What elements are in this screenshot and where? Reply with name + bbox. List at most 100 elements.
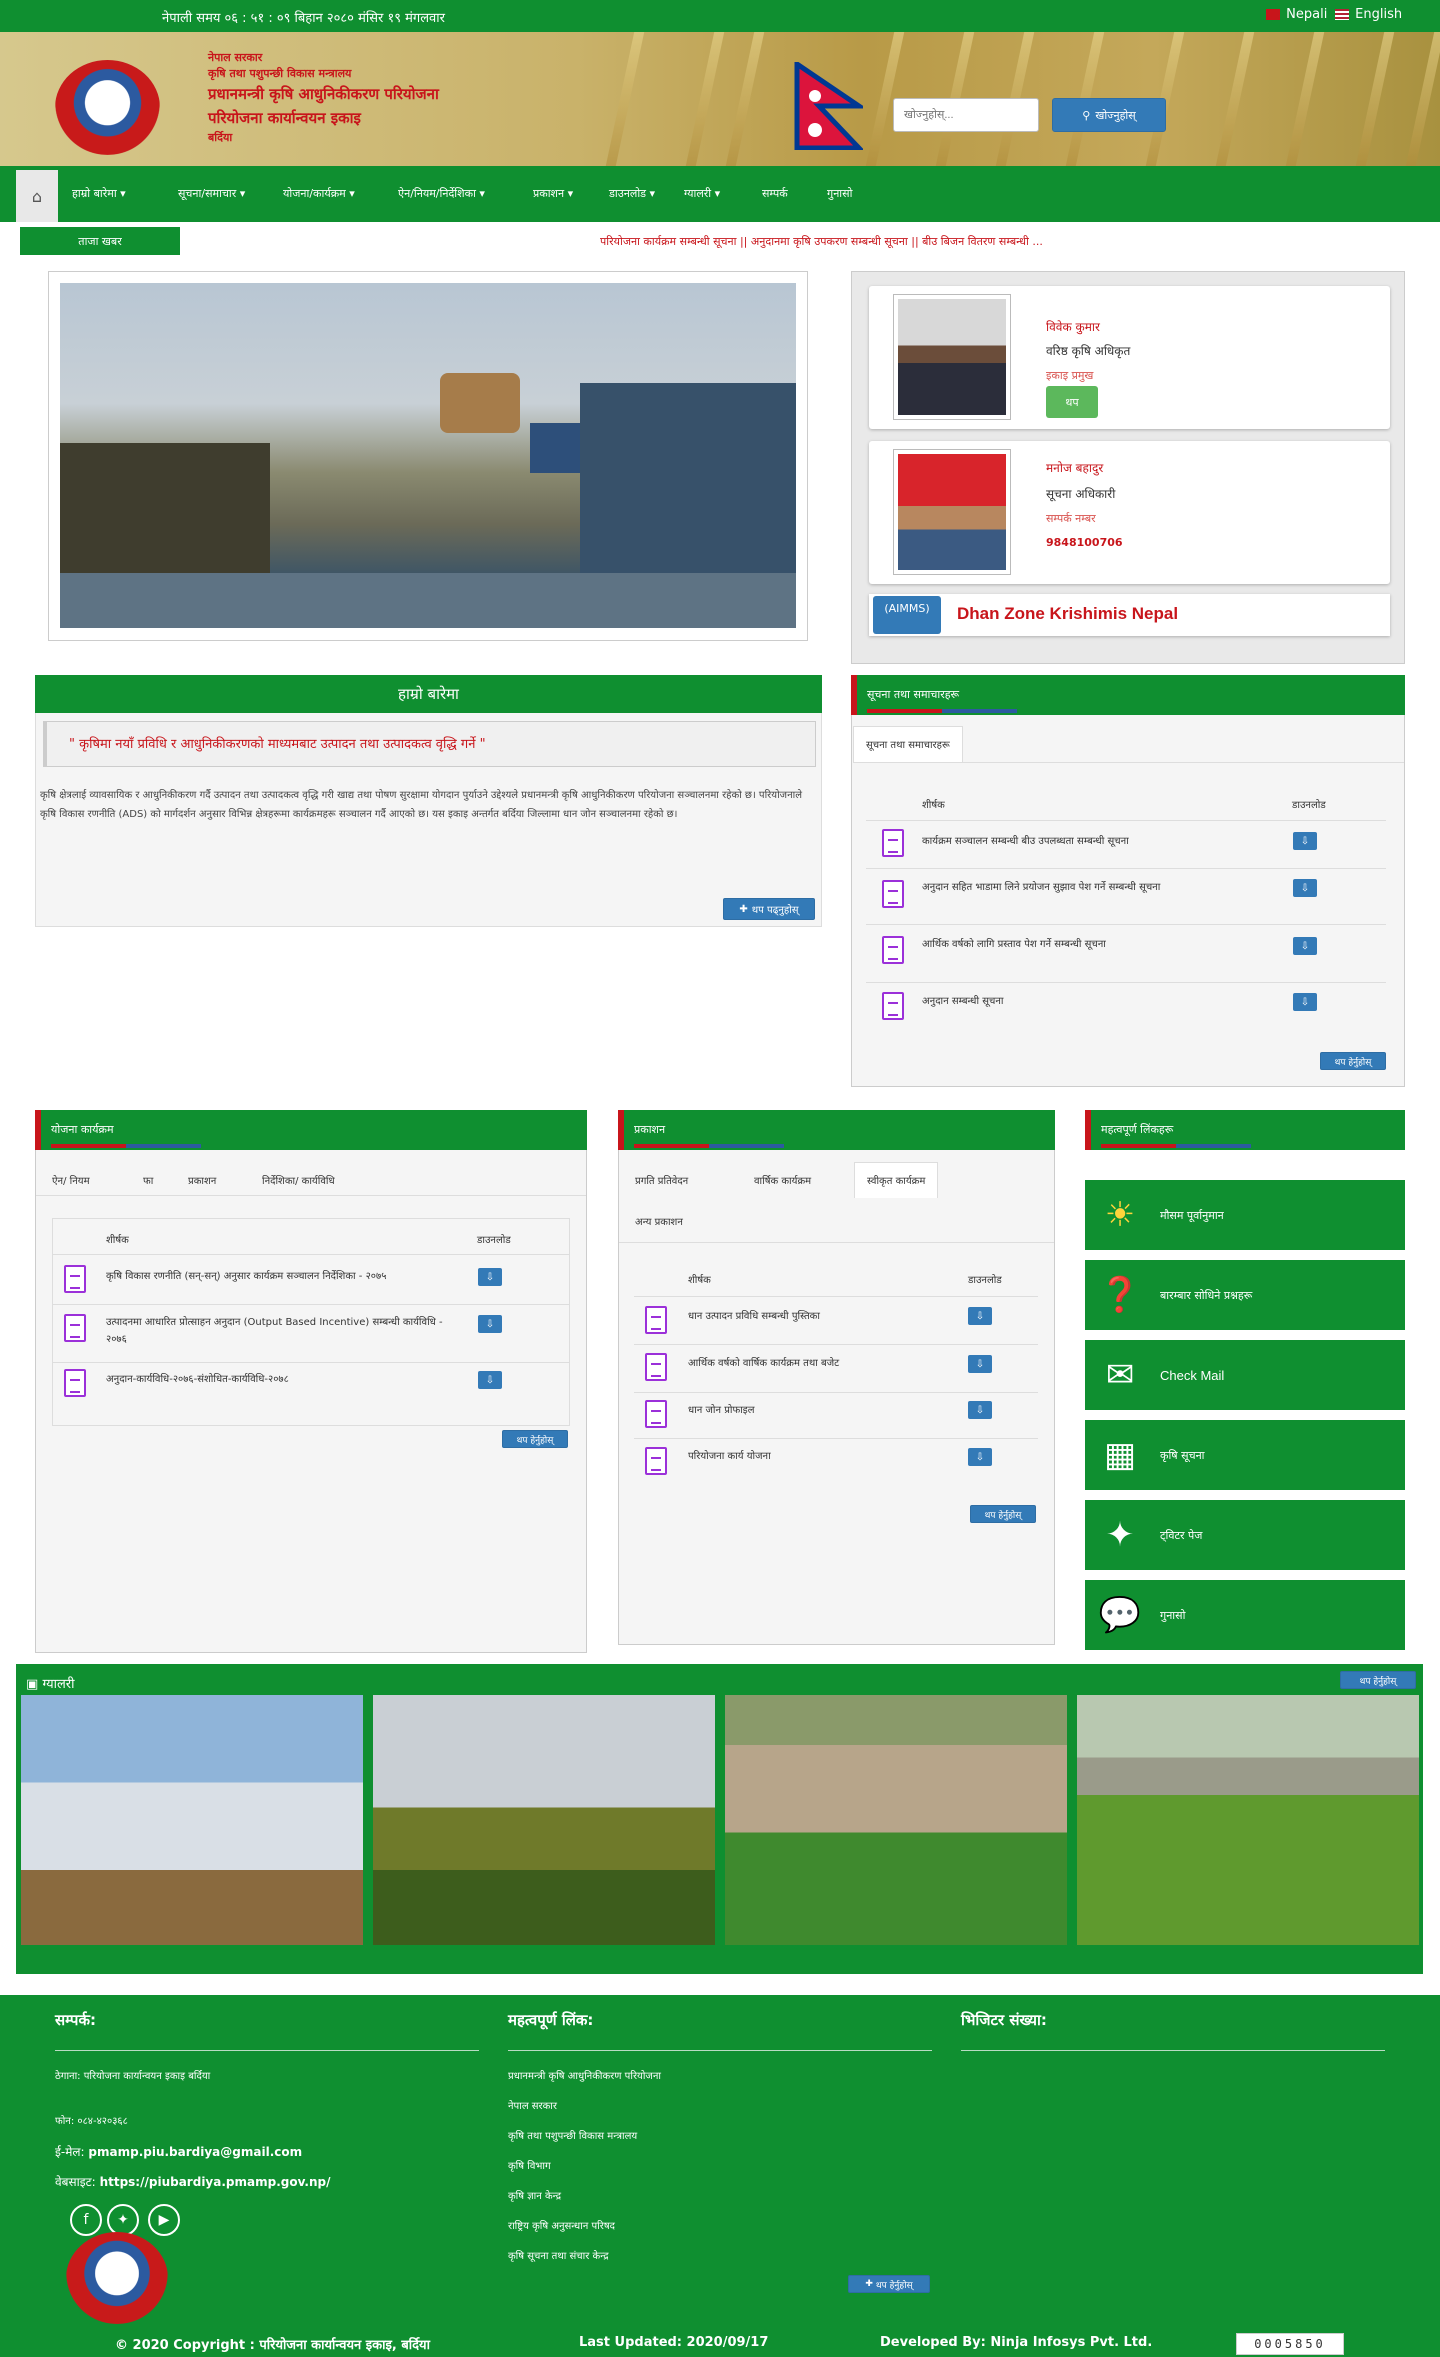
gallery-image[interactable]	[21, 1695, 363, 1945]
intro-more-button[interactable]: ✚ थप पढ्नुहोस्	[723, 898, 815, 920]
download-icon[interactable]: ⇩	[1293, 993, 1317, 1011]
official-sub: इकाइ प्रमुख	[1046, 369, 1094, 382]
notice-title[interactable]: अनुदान सम्बन्धी सूचना	[922, 993, 1262, 1010]
service-weather[interactable]: ☀ मौसम पूर्वानुमान	[1085, 1180, 1405, 1250]
search-button[interactable]: ⚲ खोज्नुहोस्	[1052, 98, 1166, 132]
download-icon[interactable]: ⇩	[478, 1371, 502, 1389]
document-icon	[64, 1265, 86, 1293]
nav-programs[interactable]: योजना/कार्यक्रम ▾	[283, 186, 355, 201]
footer-link[interactable]: कृषि तथा पशुपन्छी विकास मन्त्रालय	[508, 2130, 637, 2144]
plus-icon: ✚	[739, 903, 748, 915]
aimms-bar[interactable]: (AIMMS) Dhan Zone Krishimis Nepal	[869, 594, 1390, 636]
facebook-icon[interactable]: f	[70, 2204, 102, 2236]
tab-directives[interactable]: निर्देशिका/ कार्यविधि	[250, 1163, 347, 1199]
tab-approved-program[interactable]: स्वीकृत कार्यक्रम	[854, 1162, 939, 1198]
news-ticker[interactable]: परियोजना कार्यक्रम सम्बन्धी सूचना || अनु…	[600, 234, 1420, 250]
footer-link[interactable]: नेपाल सरकार	[508, 2100, 557, 2114]
plus-icon: ✚	[865, 2279, 873, 2289]
programs-col-download: डाउनलोड	[477, 1235, 511, 1246]
nav-download[interactable]: डाउनलोड ▾	[609, 186, 655, 201]
slider-image[interactable]	[60, 283, 796, 628]
official-role: वरिष्ठ कृषि अधिकृत	[1046, 344, 1131, 358]
notices-col-download: डाउनलोड	[1292, 800, 1326, 811]
programs-heading: योजना कार्यक्रम	[35, 1110, 587, 1150]
gallery-image[interactable]	[373, 1695, 715, 1945]
tab-annual-program[interactable]: वार्षिक कार्यक्रम	[742, 1163, 823, 1199]
service-faq[interactable]: ❓ बारम्बार सोधिने प्रश्नहरू	[1085, 1260, 1405, 1330]
notices-more-button[interactable]: थप हेर्नुहोस्	[1320, 1052, 1386, 1070]
nav-publication[interactable]: प्रकाशन ▾	[533, 186, 573, 201]
nav-acts[interactable]: ऐन/नियम/निर्देशिका ▾	[398, 186, 485, 201]
official-card: विवेक कुमार वरिष्ठ कृषि अधिकृत इकाइ प्रम…	[869, 286, 1390, 429]
service-mail[interactable]: ✉ Check Mail	[1085, 1340, 1405, 1410]
download-icon[interactable]: ⇩	[968, 1448, 992, 1466]
tab-forms[interactable]: फा	[131, 1163, 165, 1199]
tab-notices[interactable]: सूचना तथा समाचारहरू	[853, 726, 963, 762]
info-officer-photo	[893, 449, 1011, 575]
footer-link[interactable]: कृषि सूचना तथा संचार केन्द्र	[508, 2250, 609, 2264]
download-icon[interactable]: ⇩	[478, 1268, 502, 1286]
government-emblem-logo[interactable]	[55, 60, 160, 155]
nav-grievance[interactable]: गुनासो	[827, 186, 852, 201]
program-title[interactable]: अनुदान-कार्यविधि-२०७६-संशोधित-कार्यविधि-…	[106, 1371, 466, 1388]
footer-link[interactable]: कृषि विभाग	[508, 2160, 551, 2174]
notice-title[interactable]: कार्यक्रम सञ्चालन सम्बन्धी बीउ उपलब्धता …	[922, 833, 1262, 850]
nav-contact[interactable]: सम्पर्क	[762, 186, 788, 201]
notices-col-title: शीर्षक	[922, 800, 945, 811]
publications-more-button[interactable]: थप हेर्नुहोस्	[970, 1505, 1036, 1523]
publication-title[interactable]: परियोजना कार्य योजना	[688, 1448, 958, 1465]
footer-email[interactable]: ई-मेल: pmamp.piu.bardiya@gmail.com	[55, 2145, 302, 2159]
footer-link[interactable]: कृषि ज्ञान केन्द्र	[508, 2190, 561, 2204]
tab-publication[interactable]: प्रकाशन	[176, 1163, 228, 1199]
home-icon[interactable]: ⌂	[16, 170, 58, 222]
publication-title[interactable]: आर्थिक वर्षको वार्षिक कार्यक्रम तथा बजेट	[688, 1355, 958, 1372]
tab-progress-report[interactable]: प्रगति प्रतिवेदन	[623, 1163, 700, 1199]
download-icon[interactable]: ⇩	[1293, 832, 1317, 850]
visitor-counter: 0005850	[1236, 2333, 1344, 2355]
tab-acts[interactable]: ऐन/ नियम	[40, 1163, 102, 1199]
gallery-more-button[interactable]: थप हेर्नुहोस्	[1340, 1671, 1416, 1689]
footer-link[interactable]: प्रधानमन्त्री कृषि आधुनिकीकरण परियोजना	[508, 2070, 661, 2084]
footer-developer[interactable]: Developed By: Ninja Infosys Pvt. Ltd.	[880, 2335, 1152, 2350]
footer-links-more-button[interactable]: ✚ थप हेर्नुहोस्	[848, 2275, 930, 2293]
footer-visitor-heading: भिजिटर संख्या:	[961, 2011, 1047, 2029]
info-officer-name: मनोज बहादुर	[1046, 461, 1104, 475]
nav-about[interactable]: हाम्रो बारेमा ▾	[72, 186, 126, 201]
tab-other-publication[interactable]: अन्य प्रकाशन	[623, 1204, 695, 1240]
publication-title[interactable]: धान जोन प्रोफाइल	[688, 1402, 958, 1419]
aimms-tag: (AIMMS)	[873, 596, 941, 634]
document-icon	[64, 1369, 86, 1397]
download-icon[interactable]: ⇩	[968, 1401, 992, 1419]
download-icon[interactable]: ⇩	[968, 1307, 992, 1325]
nav-gallery[interactable]: ग्यालरी ▾	[684, 186, 720, 201]
footer-website[interactable]: वेबसाइट: https://piubardiya.pmamp.gov.np…	[55, 2175, 331, 2189]
download-icon[interactable]: ⇩	[1293, 937, 1317, 955]
official-more-button[interactable]: थप	[1046, 386, 1098, 418]
footer-link[interactable]: राष्ट्रिय कृषि अनुसन्धान परिषद	[508, 2220, 615, 2234]
service-chat[interactable]: 💬 गुनासो	[1085, 1580, 1405, 1650]
search-input[interactable]	[893, 98, 1039, 132]
gallery-image[interactable]	[725, 1695, 1067, 1945]
download-icon[interactable]: ⇩	[968, 1355, 992, 1373]
service-calculator[interactable]: ▦ कृषि सूचना	[1085, 1420, 1405, 1490]
program-title[interactable]: उत्पादनमा आधारित प्रोत्साहन अनुदान (Outp…	[106, 1314, 466, 1348]
download-icon[interactable]: ⇩	[478, 1315, 502, 1333]
youtube-icon[interactable]: ▶	[148, 2204, 180, 2236]
notice-title[interactable]: अनुदान सहित भाडामा लिने प्रयोजन सुझाव पे…	[922, 879, 1274, 896]
program-title[interactable]: कृषि विकास रणनीति (सन्-सन्) अनुसार कार्य…	[106, 1268, 466, 1285]
service-twitter[interactable]: ✦ ट्विटर पेज	[1085, 1500, 1405, 1570]
programs-more-button[interactable]: थप हेर्नुहोस्	[502, 1430, 568, 1448]
document-icon	[645, 1353, 667, 1381]
publication-title[interactable]: धान उत्पादन प्रविधि सम्बन्धी पुस्तिका	[688, 1308, 958, 1325]
nav-news[interactable]: सूचना/समाचार ▾	[178, 186, 245, 201]
download-icon[interactable]: ⇩	[1293, 879, 1317, 897]
gallery-image[interactable]	[1077, 1695, 1419, 1945]
ticker-label: ताजा खबर	[20, 227, 180, 255]
notice-title[interactable]: आर्थिक वर्षको लागि प्रस्ताव पेश गर्ने सम…	[922, 936, 1274, 953]
lang-english-link[interactable]: English	[1335, 7, 1402, 22]
publications-col-title: शीर्षक	[688, 1275, 711, 1286]
footer-emblem-logo	[66, 2232, 168, 2324]
info-officer-card: मनोज बहादुर सूचना अधिकारी सम्पर्क नम्बर …	[869, 441, 1390, 584]
document-icon	[64, 1314, 86, 1342]
lang-nepali-link[interactable]: Nepali	[1266, 7, 1327, 22]
